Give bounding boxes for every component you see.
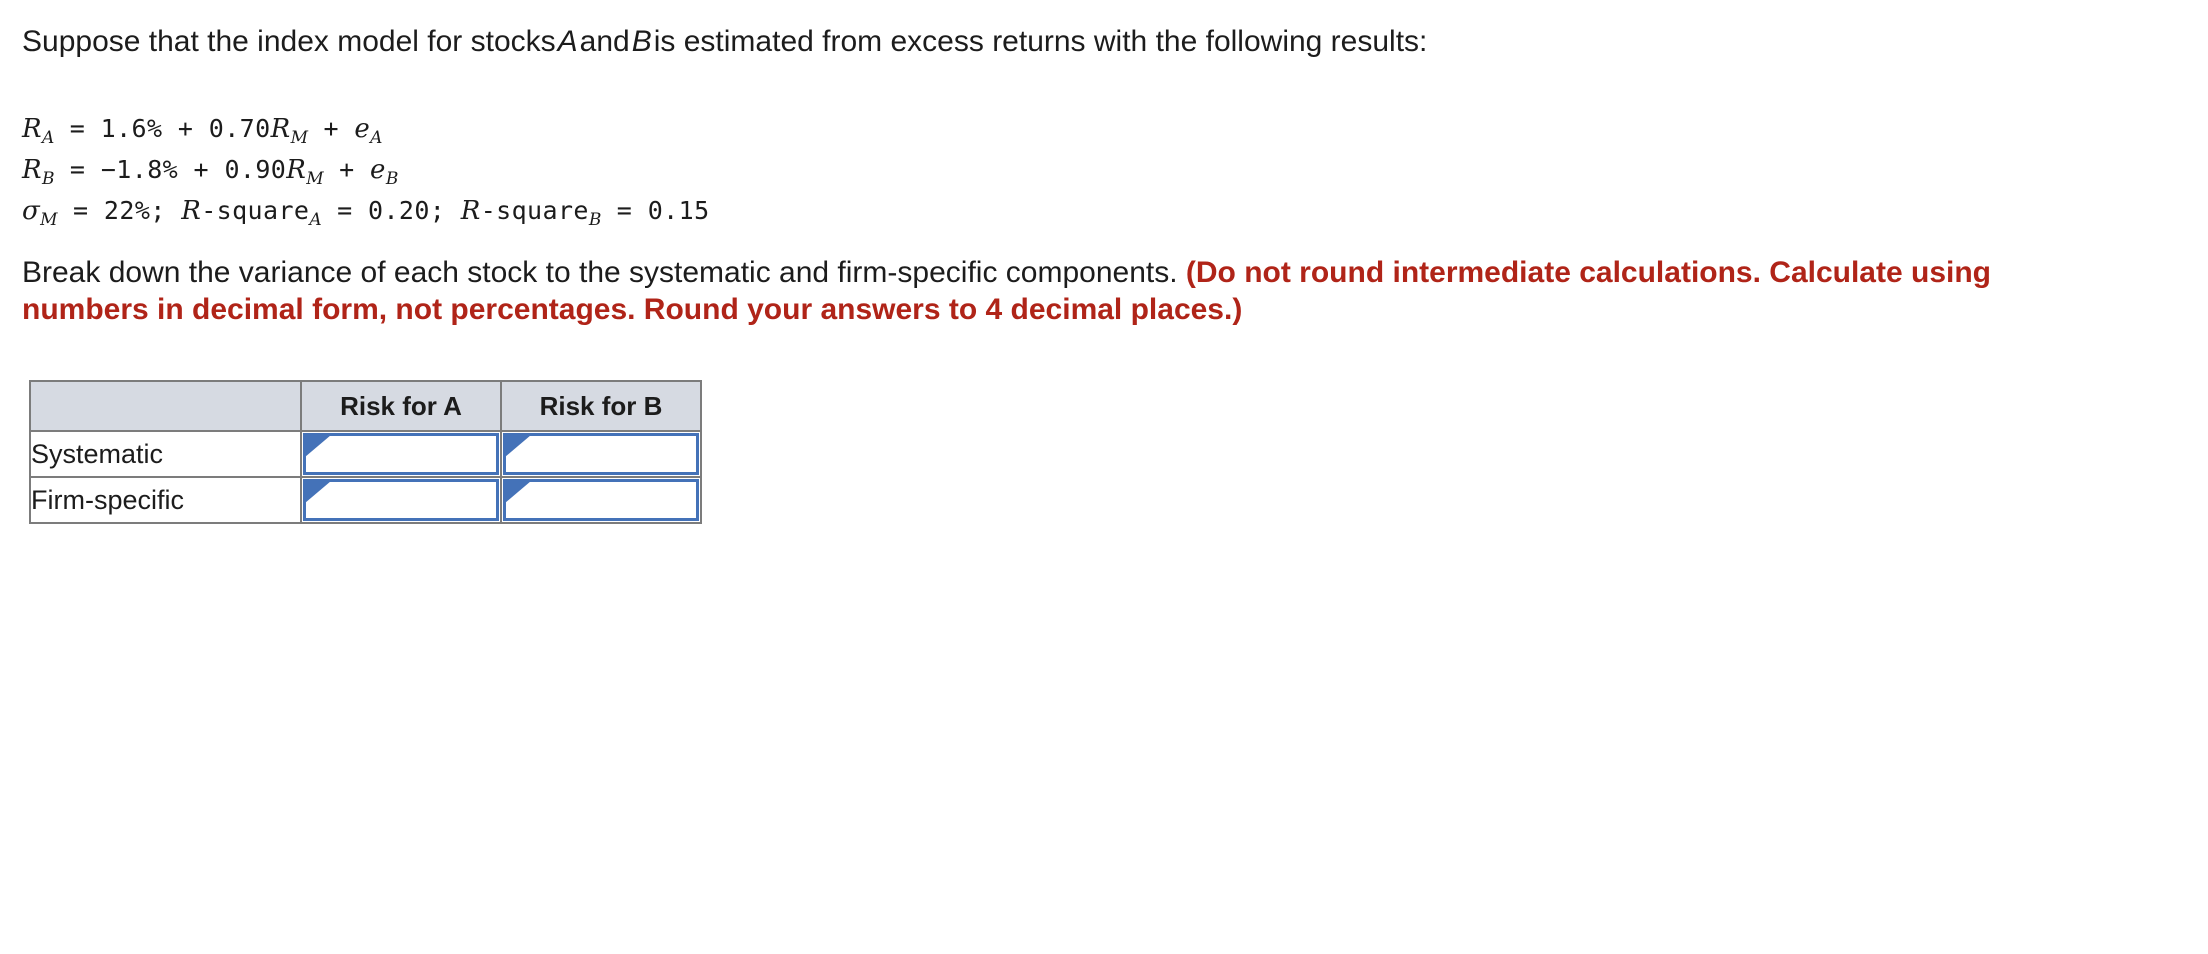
row-label-systematic: Systematic	[29, 430, 302, 478]
input-firm-specific-risk-a[interactable]	[303, 479, 499, 521]
rsquare-a-subscript: A	[309, 210, 322, 230]
rsquare-a-text: -square	[201, 196, 310, 225]
input-wrapper	[302, 432, 500, 476]
equation-b-error-var: e	[370, 155, 386, 185]
rsquare-b-value: = 0.15	[601, 196, 710, 225]
header-risk-for-a: Risk for A	[300, 380, 502, 432]
rsquare-b-text: -square	[480, 196, 589, 225]
input-wrapper	[302, 478, 500, 522]
intro-text-part2: and	[579, 25, 630, 58]
rsquare-b-var: R	[460, 196, 481, 226]
cell-systematic-risk-a[interactable]	[300, 430, 502, 478]
equation-a-plus: +	[308, 114, 355, 143]
equation-stock-b: RB = −1.8% + 0.90RM + eB	[22, 151, 710, 192]
input-systematic-risk-b[interactable]	[503, 433, 699, 475]
rsquare-b-subscript: B	[588, 210, 602, 230]
cell-firm-specific-risk-a[interactable]	[300, 476, 502, 524]
answer-table: Risk for A Risk for B Systematic Firm-sp…	[29, 380, 702, 524]
equation-parameters: σM = 22%; R-squareA = 0.20; R-squareB = …	[22, 192, 710, 233]
equation-b-plus: +	[323, 155, 371, 184]
header-blank-cell	[29, 380, 302, 432]
intro-text-part1: Suppose that the index model for stocks	[22, 25, 556, 58]
equation-a-error-var: e	[354, 114, 371, 144]
equation-b-error-subscript: B	[385, 169, 399, 189]
row-label-firm-specific: Firm-specific	[29, 476, 302, 524]
stock-b-symbol: B	[631, 25, 652, 58]
question-prompt: Break down the variance of each stock to…	[22, 254, 2122, 328]
equation-a-lhs-var: R	[22, 114, 42, 144]
table-header-row: Risk for A Risk for B	[29, 380, 702, 432]
equation-a-body: = 1.6% + 0.70	[54, 114, 271, 143]
equation-stock-a: RA = 1.6% + 0.70RM + eA	[22, 110, 710, 151]
intro-paragraph: Suppose that the index model for stocksA…	[22, 24, 1427, 60]
table-row: Systematic	[29, 430, 702, 478]
intro-text-part3: is estimated from excess returns with th…	[653, 25, 1428, 58]
header-risk-for-b: Risk for B	[500, 380, 702, 432]
equation-b-lhs-var: R	[22, 155, 42, 185]
sigma-market-var: σ	[22, 196, 41, 226]
equation-a-market-var: R	[270, 114, 291, 144]
sigma-market-value: = 22%;	[57, 196, 182, 225]
equation-a-error-subscript: A	[370, 128, 383, 148]
equation-b-body: = −1.8% + 0.90	[54, 155, 287, 184]
table-row: Firm-specific	[29, 476, 702, 524]
stock-a-symbol: A	[557, 25, 578, 58]
equation-b-market-var: R	[286, 155, 307, 185]
cell-firm-specific-risk-b[interactable]	[500, 476, 702, 524]
cell-systematic-risk-b[interactable]	[500, 430, 702, 478]
input-wrapper	[502, 432, 700, 476]
equation-b-market-subscript: M	[306, 169, 324, 189]
equation-a-lhs-subscript: A	[41, 128, 55, 148]
sigma-market-subscript: M	[40, 210, 58, 230]
equation-a-market-subscript: M	[290, 128, 308, 148]
rsquare-a-value: = 0.20;	[321, 196, 461, 225]
prompt-question-text: Break down the variance of each stock to…	[22, 256, 1186, 289]
input-firm-specific-risk-b[interactable]	[503, 479, 699, 521]
input-wrapper	[502, 478, 700, 522]
index-model-equations: RA = 1.6% + 0.70RM + eA RB = −1.8% + 0.9…	[22, 110, 710, 233]
rsquare-a-var: R	[181, 196, 202, 226]
question-page: Suppose that the index model for stocksA…	[0, 0, 2208, 954]
input-systematic-risk-a[interactable]	[303, 433, 499, 475]
equation-b-lhs-subscript: B	[41, 169, 55, 189]
